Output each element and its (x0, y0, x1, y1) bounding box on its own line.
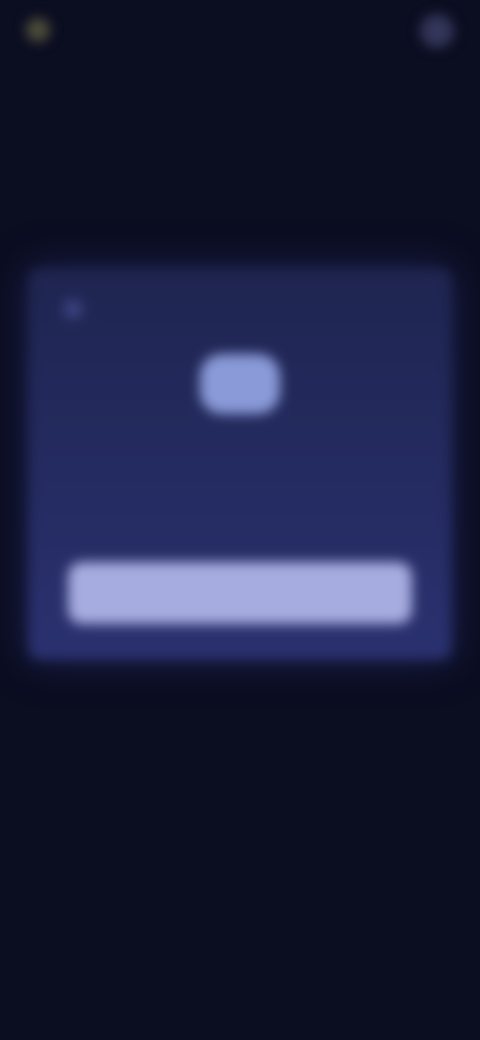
top-bar (0, 0, 480, 64)
card-icon (64, 300, 82, 318)
card-emblem-icon (200, 354, 280, 414)
top-actions (404, 14, 454, 48)
blurred-content (0, 0, 480, 1040)
brand[interactable] (26, 12, 62, 48)
feature-card (28, 268, 452, 660)
avatar[interactable] (420, 14, 454, 48)
app-screen (0, 0, 480, 1040)
logo-icon (26, 18, 50, 42)
card-primary-button[interactable] (68, 562, 412, 624)
